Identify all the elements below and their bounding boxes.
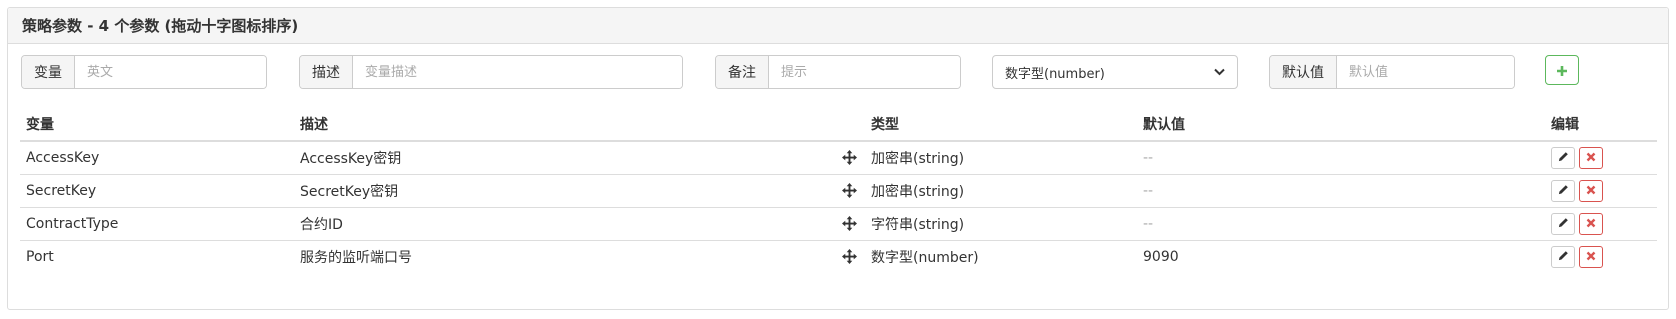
variable-input[interactable]	[75, 56, 266, 88]
close-icon	[1586, 249, 1596, 265]
edit-button[interactable]	[1551, 179, 1575, 202]
variable-input-group: 变量	[21, 55, 267, 89]
move-icon[interactable]	[842, 183, 857, 198]
table-header-row: 变量 描述 类型 默认值 编辑	[20, 108, 1657, 142]
note-input-group: 备注	[715, 55, 961, 89]
move-icon[interactable]	[842, 249, 857, 265]
default-label: 默认值	[1270, 56, 1337, 88]
params-table: 变量 描述 类型 默认值 编辑 AccessKey AccessKey密钥 加密…	[20, 108, 1657, 273]
cell-type: 加密串(string)	[865, 141, 1137, 175]
note-label: 备注	[716, 56, 769, 88]
cell-default: --	[1137, 207, 1545, 241]
table-row: ContractType 合约ID 字符串(string) --	[20, 207, 1657, 241]
type-select[interactable]: 数字型(number)	[992, 55, 1238, 89]
pencil-icon	[1558, 150, 1569, 166]
edit-button[interactable]	[1551, 146, 1575, 169]
header-drag	[824, 108, 865, 142]
cell-variable: AccessKey	[20, 141, 294, 175]
default-input-group: 默认值	[1269, 55, 1515, 89]
default-input[interactable]	[1337, 56, 1514, 88]
pencil-icon	[1558, 183, 1569, 199]
header-type: 类型	[865, 108, 1137, 142]
desc-input[interactable]	[353, 56, 682, 88]
cell-type: 加密串(string)	[865, 174, 1137, 208]
close-icon	[1586, 183, 1596, 199]
delete-button[interactable]	[1579, 212, 1603, 235]
panel-heading: 策略参数 - 4 个参数 (拖动十字图标排序)	[8, 8, 1668, 44]
pencil-icon	[1558, 216, 1569, 232]
plus-icon	[1556, 60, 1568, 80]
cell-desc: AccessKey密钥	[294, 141, 824, 175]
pencil-icon	[1558, 249, 1569, 265]
add-param-button[interactable]	[1545, 55, 1579, 85]
table-row: SecretKey SecretKey密钥 加密串(string) --	[20, 174, 1657, 208]
header-variable: 变量	[20, 108, 294, 142]
delete-button[interactable]	[1579, 179, 1603, 202]
cell-variable: Port	[26, 248, 54, 265]
cell-desc: 服务的监听端口号	[300, 249, 412, 266]
chevron-down-icon	[1214, 66, 1225, 79]
header-desc: 描述	[294, 108, 824, 142]
delete-button[interactable]	[1579, 245, 1603, 268]
table-row: Port 服务的监听端口号 数字型(number) 9090	[20, 240, 1657, 273]
cell-variable: ContractType	[20, 207, 294, 241]
cell-default: --	[1137, 174, 1545, 208]
panel-title: 策略参数 - 4 个参数 (拖动十字图标排序)	[22, 17, 299, 35]
cell-default: --	[1137, 141, 1545, 175]
close-icon	[1586, 216, 1596, 232]
cell-type: 字符串(string)	[865, 207, 1137, 241]
close-icon	[1586, 150, 1596, 166]
table-row: AccessKey AccessKey密钥 加密串(string) --	[20, 141, 1657, 175]
cell-desc: SecretKey密钥	[294, 174, 824, 208]
note-input[interactable]	[769, 56, 960, 88]
delete-button[interactable]	[1579, 146, 1603, 169]
desc-input-group: 描述	[299, 55, 683, 89]
move-icon[interactable]	[842, 150, 857, 166]
header-edit: 编辑	[1545, 108, 1657, 142]
type-select-value: 数字型(number)	[1005, 66, 1105, 82]
cell-type: 数字型(number)	[871, 249, 979, 266]
edit-button[interactable]	[1551, 245, 1575, 268]
variable-label: 变量	[22, 56, 75, 88]
cell-variable: SecretKey	[20, 174, 294, 208]
desc-label: 描述	[300, 56, 353, 88]
move-icon[interactable]	[842, 216, 857, 231]
header-default: 默认值	[1137, 108, 1545, 142]
edit-button[interactable]	[1551, 212, 1575, 235]
cell-desc: 合约ID	[294, 207, 824, 241]
cell-default: 9090	[1143, 248, 1179, 265]
